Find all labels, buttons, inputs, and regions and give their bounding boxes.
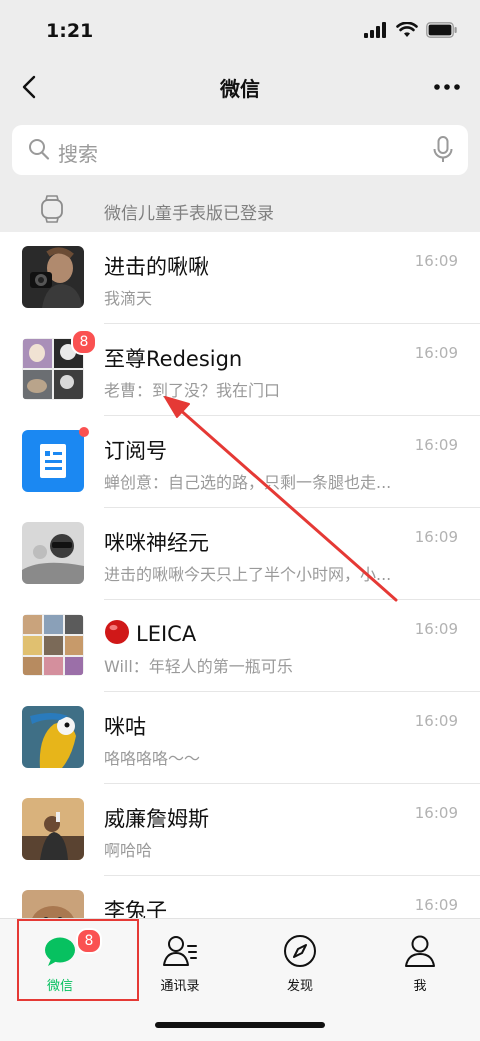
- chat-last-message: 啊哈哈: [104, 841, 153, 860]
- home-indicator[interactable]: [155, 1022, 325, 1028]
- chat-name: 订阅号: [104, 439, 167, 463]
- chat-item[interactable]: 咪咕 咯咯咯咯～～ 16:09: [0, 692, 480, 784]
- tab-me[interactable]: 我: [360, 919, 480, 1009]
- chat-time: 16:09: [414, 252, 458, 270]
- tab-label: 发现: [286, 979, 313, 994]
- page-title: 微信: [220, 77, 260, 101]
- avatar: [22, 706, 84, 768]
- chat-item[interactable]: 咪咪神经元 进击的啾啾今天只上了半个小时网，小... 16:09: [0, 508, 480, 600]
- battery-icon: [426, 22, 457, 38]
- contacts-icon: [163, 936, 197, 966]
- compass-icon: [284, 935, 316, 967]
- chat-time: 16:09: [414, 620, 458, 638]
- signal-icon: [364, 22, 386, 38]
- tab-label: 我: [413, 979, 427, 994]
- subscription-avatar: [22, 430, 84, 492]
- chat-list: 进击的啾啾 我滴天 16:09 8 至尊Redesign 老曹：到了没？我在门口…: [0, 232, 480, 918]
- chat-name: 威廉詹姆斯: [104, 807, 209, 831]
- chat-name: 李兔子: [104, 899, 167, 918]
- unread-dot: [79, 427, 89, 437]
- chat-name: 进击的啾啾: [104, 255, 209, 279]
- chat-item[interactable]: 威廉詹姆斯 啊哈哈 16:09: [0, 784, 480, 876]
- red-circle-icon: [105, 620, 129, 644]
- chat-time: 16:09: [414, 896, 458, 914]
- status-time: 1:21: [46, 20, 94, 42]
- group-avatar: [22, 614, 84, 676]
- avatar: [22, 522, 84, 584]
- chat-item[interactable]: 8 至尊Redesign 老曹：到了没？我在门口 16:09: [0, 324, 480, 416]
- chat-last-message: 老曹：到了没？我在门口: [104, 381, 281, 400]
- chat-time: 16:09: [414, 344, 458, 362]
- subscription-icon: [40, 444, 66, 478]
- person-icon: [405, 935, 435, 967]
- search-placeholder: 搜索: [58, 142, 98, 166]
- chat-item[interactable]: LEICA Will：年轻人的第一瓶可乐 16:09: [0, 600, 480, 692]
- chat-time: 16:09: [414, 436, 458, 454]
- chat-name: 咪咪神经元: [104, 531, 209, 555]
- search-area: 搜索: [0, 114, 480, 188]
- chat-name: 至尊Redesign: [104, 347, 243, 371]
- search-input[interactable]: 搜索: [12, 125, 468, 175]
- more-icon[interactable]: [430, 72, 464, 102]
- chat-item[interactable]: 订阅号 蝉创意：自己选的路，只剩一条腿也走... 16:09: [0, 416, 480, 508]
- chat-last-message: 蝉创意：自己选的路，只剩一条腿也走...: [104, 473, 392, 492]
- avatar: [22, 890, 84, 918]
- chat-last-message: 咯咯咯咯～～: [104, 749, 201, 768]
- chat-time: 16:09: [414, 712, 458, 730]
- chat-name: 咪咕: [104, 715, 146, 739]
- tab-discover[interactable]: 发现: [240, 919, 360, 1009]
- chat-item[interactable]: 进击的啾啾 我滴天 16:09: [0, 232, 480, 324]
- status-icons: [364, 22, 458, 38]
- watch-icon: [41, 195, 63, 223]
- search-icon: [29, 139, 50, 160]
- chat-time: 16:09: [414, 804, 458, 822]
- chat-item[interactable]: 李兔子 16:09: [0, 876, 480, 918]
- status-bar: 1:21: [0, 0, 480, 60]
- chat-name-text: LEICA: [136, 622, 197, 646]
- chat-last-message: 我滴天: [104, 289, 153, 308]
- nav-bar: 微信: [0, 60, 480, 114]
- wifi-icon: [396, 22, 418, 37]
- avatar: [22, 246, 84, 308]
- unread-badge: 8: [71, 329, 97, 355]
- chat-last-message: 进击的啾啾今天只上了半个小时网，小...: [104, 565, 392, 584]
- watch-login-banner[interactable]: 微信儿童手表版已登录: [0, 188, 480, 232]
- chat-last-message: Will：年轻人的第一瓶可乐: [104, 657, 293, 676]
- chat-name: LEICA: [104, 619, 196, 646]
- avatar: [22, 798, 84, 860]
- microphone-icon[interactable]: [432, 136, 454, 164]
- chat-time: 16:09: [414, 528, 458, 546]
- highlight-box: [17, 919, 139, 1001]
- watch-login-text: 微信儿童手表版已登录: [104, 204, 274, 224]
